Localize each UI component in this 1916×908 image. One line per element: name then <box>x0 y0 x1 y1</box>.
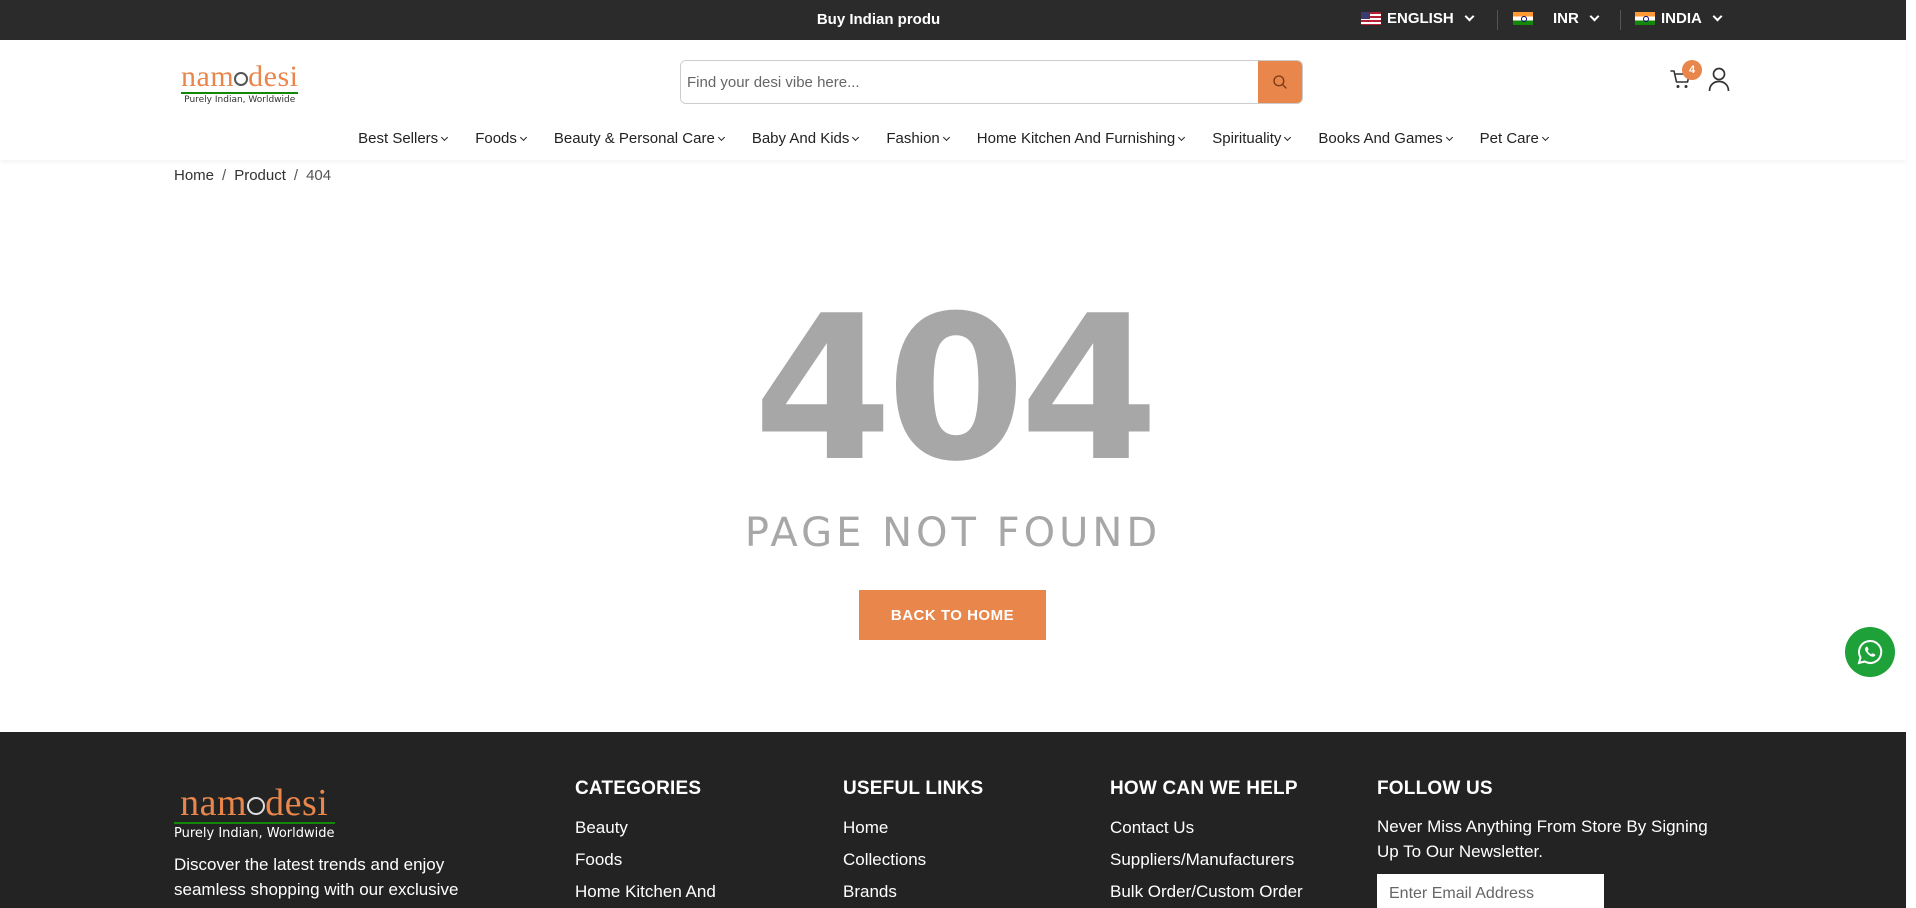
nav-label: Beauty & Personal Care <box>553 130 715 147</box>
logo-rule <box>181 92 299 94</box>
divider <box>1497 10 1498 30</box>
footer-heading: CATEGORIES <box>575 778 702 799</box>
chevron-down-icon <box>1178 133 1186 141</box>
newsletter-email-input[interactable] <box>1377 874 1604 908</box>
logo-wordmark: nam desi <box>181 60 299 93</box>
footer-link[interactable]: Contact Us <box>1110 818 1303 838</box>
footer-help: HOW CAN WE HELP Contact Us Suppliers/Man… <box>1110 778 1303 908</box>
nav-item-books-games[interactable]: Books And Games <box>1318 130 1453 147</box>
currency-selector[interactable]: INR <box>1513 10 1600 27</box>
footer-link[interactable]: Home <box>843 818 983 838</box>
footer: nam desi Purely Indian, Worldwide Discove… <box>0 732 1906 908</box>
nav-label: Books And Games <box>1318 130 1443 147</box>
footer-link[interactable]: Brands <box>843 882 983 902</box>
divider <box>1620 10 1621 30</box>
chevron-down-icon <box>717 133 725 141</box>
footer-link[interactable]: Bulk Order/Custom Order <box>1110 882 1303 902</box>
country-label: INDIA <box>1661 10 1702 27</box>
india-flag-icon <box>1513 12 1533 25</box>
nav-item-beauty[interactable]: Beauty & Personal Care <box>553 130 725 147</box>
india-flag-icon <box>1635 12 1655 25</box>
nav-label: Baby And Kids <box>751 130 850 147</box>
page: Buy Indian produ ENGLISH INR INDIA nam de… <box>0 0 1916 908</box>
chevron-down-icon <box>1284 133 1292 141</box>
error-code: 404 <box>753 273 1158 506</box>
search-input[interactable] <box>681 61 1258 103</box>
nav-label: Foods <box>475 130 517 147</box>
footer-link[interactable]: Foods <box>575 850 716 870</box>
language-selector[interactable]: ENGLISH <box>1361 10 1475 27</box>
footer-link[interactable]: Suppliers/Manufacturers <box>1110 850 1303 870</box>
whatsapp-icon <box>1857 639 1883 665</box>
nav-item-foods[interactable]: Foods <box>475 130 527 147</box>
footer-logo[interactable]: nam desi Purely Indian, Worldwide <box>174 784 335 841</box>
error-message: PAGE NOT FOUND <box>744 510 1162 556</box>
chevron-down-icon <box>1445 133 1453 141</box>
user-icon[interactable] <box>1707 66 1731 92</box>
us-flag-icon <box>1361 12 1381 25</box>
nav-item-fashion[interactable]: Fashion <box>886 130 950 147</box>
language-label: ENGLISH <box>1387 10 1454 27</box>
search-button[interactable] <box>1258 61 1302 103</box>
breadcrumb: Home / Product / 404 <box>174 167 331 184</box>
currency-label: INR <box>1553 10 1579 27</box>
breadcrumb-current: 404 <box>306 167 332 184</box>
promo-text: Buy Indian produ <box>816 11 941 28</box>
logo-rule <box>174 822 335 824</box>
nav-item-baby-kids[interactable]: Baby And Kids <box>751 130 860 147</box>
chevron-down-icon <box>441 133 449 141</box>
logo-wordmark: nam desi <box>180 782 329 824</box>
cart-count-badge: 4 <box>1682 60 1702 80</box>
search-icon <box>1273 75 1287 89</box>
back-to-home-button[interactable]: BACK TO HOME <box>859 590 1046 640</box>
chevron-down-icon <box>1541 133 1549 141</box>
footer-heading: HOW CAN WE HELP <box>1110 778 1298 799</box>
footer-useful-links: USEFUL LINKS Home Collections Brands <box>843 778 983 908</box>
nav-item-best-sellers[interactable]: Best Sellers <box>358 130 449 147</box>
whatsapp-button[interactable] <box>1845 627 1895 677</box>
country-selector[interactable]: INDIA <box>1635 10 1723 27</box>
main-nav: Best Sellers Foods Beauty & Personal Car… <box>0 130 1906 147</box>
footer-logo-tagline: Purely Indian, Worldwide <box>174 826 335 841</box>
footer-categories: CATEGORIES Beauty Foods Home Kitchen And <box>575 778 716 908</box>
footer-link[interactable]: Beauty <box>575 818 716 838</box>
breadcrumb-separator: / <box>293 167 299 184</box>
chevron-down-icon <box>1712 11 1723 22</box>
nav-item-spirituality[interactable]: Spirituality <box>1212 130 1292 147</box>
nav-label: Best Sellers <box>358 130 439 147</box>
nav-label: Spirituality <box>1212 130 1282 147</box>
nav-label: Pet Care <box>1479 130 1539 147</box>
chevron-down-icon <box>1464 11 1475 22</box>
nav-item-pet-care[interactable]: Pet Care <box>1479 130 1549 147</box>
newsletter-text: Never Miss Anything From Store By Signin… <box>1377 817 1708 861</box>
nav-label: Home Kitchen And Furnishing <box>976 130 1176 147</box>
chevron-down-icon <box>519 133 527 141</box>
footer-follow: FOLLOW US Never Miss Anything From Store… <box>1377 778 1717 908</box>
footer-heading: FOLLOW US <box>1377 778 1493 799</box>
nav-item-home-kitchen[interactable]: Home Kitchen And Furnishing <box>976 130 1186 147</box>
breadcrumb-product[interactable]: Product <box>234 167 286 184</box>
top-bar: Buy Indian produ ENGLISH INR INDIA <box>0 0 1906 40</box>
site-logo[interactable]: nam desi Purely Indian, Worldwide <box>181 60 299 105</box>
header: namdesi Purely Indian, Worldwide 4 Bes <box>0 40 1906 160</box>
footer-link[interactable]: Collections <box>843 850 983 870</box>
breadcrumb-separator: / <box>222 167 227 184</box>
breadcrumb-home[interactable]: Home <box>174 167 214 184</box>
chevron-down-icon <box>1589 11 1600 22</box>
nav-label: Fashion <box>886 130 940 147</box>
search-bar <box>680 60 1303 104</box>
footer-description: Discover the latest trends and enjoy sea… <box>174 855 459 899</box>
chevron-down-icon <box>942 133 950 141</box>
footer-heading: USEFUL LINKS <box>843 778 984 799</box>
logo-tagline: Purely Indian, Worldwide <box>184 95 296 105</box>
chevron-down-icon <box>852 133 860 141</box>
footer-link[interactable]: Home Kitchen And <box>575 882 716 902</box>
